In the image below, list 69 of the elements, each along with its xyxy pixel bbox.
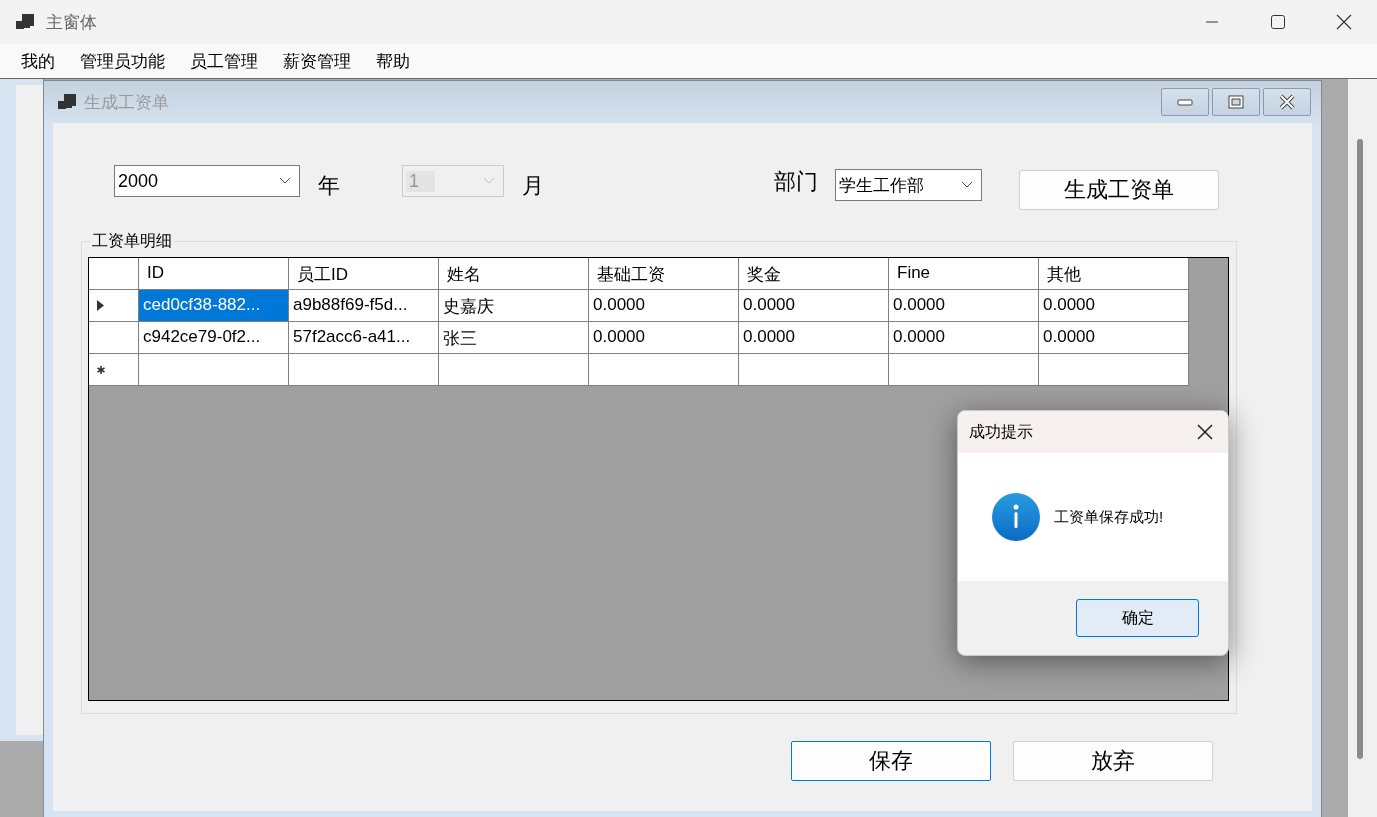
column-header[interactable]: 其他 bbox=[1039, 258, 1189, 290]
row-header[interactable] bbox=[89, 322, 139, 354]
table-cell[interactable] bbox=[289, 354, 439, 386]
department-label: 部门 bbox=[774, 168, 818, 196]
window-title: 主窗体 bbox=[46, 11, 97, 34]
table-cell[interactable]: 0.0000 bbox=[739, 322, 889, 354]
table-cell[interactable]: ced0cf38-882... bbox=[139, 290, 289, 322]
discard-button[interactable]: 放弃 bbox=[1013, 741, 1213, 781]
chevron-down-icon bbox=[961, 181, 973, 189]
save-button[interactable]: 保存 bbox=[791, 741, 991, 781]
menu-item[interactable]: 帮助 bbox=[367, 45, 419, 77]
chevron-down-icon bbox=[483, 177, 495, 185]
minimize-icon bbox=[1177, 98, 1193, 106]
column-header[interactable]: Fine bbox=[889, 258, 1039, 290]
table-cell[interactable]: 0.0000 bbox=[589, 290, 739, 322]
menu-item[interactable]: 管理员功能 bbox=[71, 45, 174, 77]
chevron-down-icon bbox=[279, 177, 291, 185]
menu-item[interactable]: 员工管理 bbox=[181, 45, 267, 77]
triangle-right-icon bbox=[97, 300, 104, 311]
row-header[interactable] bbox=[89, 290, 139, 322]
month-label: 月 bbox=[522, 172, 544, 200]
table-cell[interactable] bbox=[439, 354, 589, 386]
table-cell[interactable]: a9b88f69-f5d... bbox=[289, 290, 439, 322]
group-title: 工资单明细 bbox=[90, 231, 174, 252]
table-cell[interactable]: 张三 bbox=[439, 322, 589, 354]
table-cell[interactable] bbox=[139, 354, 289, 386]
year-label: 年 bbox=[318, 172, 340, 200]
year-dropdown[interactable]: 2000 bbox=[114, 165, 300, 197]
close-icon bbox=[1336, 14, 1352, 30]
table-cell[interactable] bbox=[889, 354, 1039, 386]
asterisk-icon bbox=[97, 365, 105, 374]
minimize-button[interactable] bbox=[1161, 88, 1209, 116]
scrollbar[interactable] bbox=[1348, 79, 1377, 817]
table-cell[interactable]: 0.0000 bbox=[589, 322, 739, 354]
table-cell[interactable]: 0.0000 bbox=[1039, 290, 1189, 322]
close-icon bbox=[1278, 94, 1296, 110]
ok-button[interactable]: 确定 bbox=[1076, 599, 1199, 637]
table-cell[interactable] bbox=[1039, 354, 1189, 386]
close-icon bbox=[1197, 424, 1213, 440]
table-cell[interactable]: 57f2acc6-a41... bbox=[289, 322, 439, 354]
column-header[interactable]: 基础工资 bbox=[589, 258, 739, 290]
dialog-message: 工资单保存成功! bbox=[1054, 507, 1164, 527]
close-button[interactable] bbox=[1263, 88, 1311, 116]
table-cell[interactable] bbox=[739, 354, 889, 386]
maximize-icon bbox=[1270, 14, 1286, 30]
row-header[interactable] bbox=[89, 354, 139, 386]
app-icon bbox=[58, 94, 76, 110]
info-icon bbox=[992, 493, 1040, 541]
restore-icon bbox=[1228, 95, 1244, 109]
department-dropdown[interactable]: 学生工作部 bbox=[835, 169, 982, 201]
menu-item[interactable]: 薪资管理 bbox=[274, 45, 360, 77]
table-cell[interactable]: 0.0000 bbox=[739, 290, 889, 322]
table-cell[interactable]: 0.0000 bbox=[1039, 322, 1189, 354]
header-cell bbox=[89, 258, 139, 290]
table-cell[interactable]: c942ce79-0f2... bbox=[139, 322, 289, 354]
column-header[interactable]: 姓名 bbox=[439, 258, 589, 290]
app-icon bbox=[16, 14, 34, 30]
column-header[interactable]: 员工ID bbox=[289, 258, 439, 290]
table-cell[interactable]: 0.0000 bbox=[889, 290, 1039, 322]
table-cell[interactable]: 0.0000 bbox=[889, 322, 1039, 354]
generate-button[interactable]: 生成工资单 bbox=[1019, 170, 1219, 210]
window-title: 生成工资单 bbox=[84, 91, 169, 114]
column-header[interactable]: ID bbox=[139, 258, 289, 290]
table-cell[interactable] bbox=[589, 354, 739, 386]
table-cell[interactable]: 史嘉庆 bbox=[439, 290, 589, 322]
menu-item[interactable]: 我的 bbox=[12, 45, 64, 77]
dialog-title: 成功提示 bbox=[969, 421, 1033, 442]
maximize-button[interactable] bbox=[1212, 88, 1260, 116]
column-header[interactable]: 奖金 bbox=[739, 258, 889, 290]
